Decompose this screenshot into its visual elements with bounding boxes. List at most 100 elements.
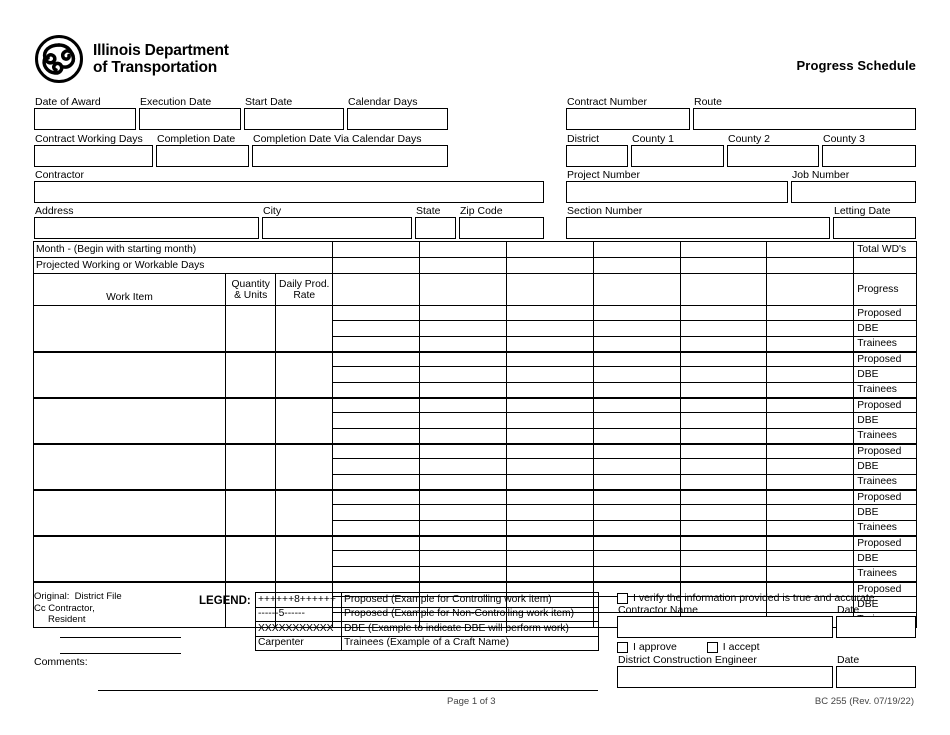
accept-checkbox[interactable]: [706, 641, 718, 653]
schedule-cell[interactable]: [332, 458, 420, 475]
schedule-cell[interactable]: [592, 350, 681, 368]
month-header-cell[interactable]: [505, 273, 594, 306]
schedule-cell[interactable]: [679, 550, 768, 567]
start-date-input[interactable]: [244, 108, 344, 130]
verify-checkbox[interactable]: [617, 592, 628, 604]
route-input[interactable]: [693, 108, 916, 130]
schedule-cell[interactable]: [766, 504, 855, 521]
quantity-units-input[interactable]: [224, 488, 277, 536]
daily-prod-rate-input[interactable]: [275, 442, 334, 490]
schedule-cell[interactable]: [592, 504, 681, 521]
schedule-cell[interactable]: [418, 350, 507, 368]
schedule-cell[interactable]: [332, 366, 420, 383]
schedule-cell[interactable]: [766, 488, 855, 506]
schedule-cell[interactable]: [679, 488, 768, 506]
calendar-days-input[interactable]: [347, 108, 448, 130]
schedule-cell[interactable]: [679, 504, 768, 521]
schedule-cell[interactable]: [418, 550, 507, 567]
schedule-cell[interactable]: [679, 519, 768, 537]
schedule-cell[interactable]: [679, 565, 768, 583]
job-number-input[interactable]: [791, 181, 916, 203]
schedule-cell[interactable]: [418, 366, 507, 383]
month-cell[interactable]: [418, 241, 507, 258]
schedule-cell[interactable]: [679, 366, 768, 383]
schedule-cell[interactable]: [418, 565, 507, 583]
schedule-cell[interactable]: [418, 320, 507, 337]
schedule-cell[interactable]: [505, 488, 594, 506]
schedule-cell[interactable]: [766, 519, 855, 537]
schedule-cell[interactable]: [766, 366, 855, 383]
working-days-cell[interactable]: [592, 257, 681, 274]
schedule-cell[interactable]: [505, 427, 594, 445]
schedule-cell[interactable]: [592, 488, 681, 506]
schedule-cell[interactable]: [766, 396, 855, 414]
schedule-cell[interactable]: [332, 550, 420, 567]
schedule-cell[interactable]: [505, 304, 594, 322]
completion-date-via-calendar-days-input[interactable]: [252, 145, 448, 167]
schedule-cell[interactable]: [505, 519, 594, 537]
schedule-cell[interactable]: [679, 381, 768, 399]
schedule-cell[interactable]: [766, 534, 855, 552]
working-days-cell[interactable]: [505, 257, 594, 274]
quantity-units-input[interactable]: [224, 396, 277, 444]
city-input[interactable]: [262, 217, 412, 239]
month-cell[interactable]: [332, 241, 420, 258]
schedule-cell[interactable]: [418, 412, 507, 429]
schedule-cell[interactable]: [418, 519, 507, 537]
schedule-cell[interactable]: [679, 534, 768, 552]
district-construction-engineer-input[interactable]: [617, 666, 833, 688]
schedule-cell[interactable]: [592, 427, 681, 445]
working-days-cell[interactable]: [332, 257, 420, 274]
working-days-cell[interactable]: [418, 257, 507, 274]
schedule-cell[interactable]: [592, 396, 681, 414]
schedule-cell[interactable]: [592, 412, 681, 429]
schedule-cell[interactable]: [332, 442, 420, 460]
daily-prod-rate-input[interactable]: [275, 488, 334, 536]
work-item-input[interactable]: [33, 350, 226, 398]
schedule-cell[interactable]: [505, 381, 594, 399]
section-number-input[interactable]: [566, 217, 830, 239]
contractor-input[interactable]: [34, 181, 544, 203]
daily-prod-rate-input[interactable]: [275, 305, 334, 352]
schedule-cell[interactable]: [505, 534, 594, 552]
schedule-cell[interactable]: [505, 335, 594, 353]
schedule-cell[interactable]: [332, 534, 420, 552]
engineer-date-input[interactable]: [836, 666, 916, 688]
month-header-cell[interactable]: [766, 273, 855, 306]
schedule-cell[interactable]: [332, 427, 420, 445]
schedule-cell[interactable]: [766, 412, 855, 429]
schedule-cell[interactable]: [505, 396, 594, 414]
schedule-cell[interactable]: [332, 519, 420, 537]
schedule-cell[interactable]: [679, 304, 768, 322]
month-header-cell[interactable]: [332, 273, 420, 306]
work-item-input[interactable]: [33, 305, 226, 352]
schedule-cell[interactable]: [592, 335, 681, 353]
schedule-cell[interactable]: [332, 412, 420, 429]
county-1-input[interactable]: [631, 145, 724, 167]
schedule-cell[interactable]: [592, 519, 681, 537]
county-3-input[interactable]: [822, 145, 916, 167]
letting-date-input[interactable]: [833, 217, 916, 239]
completion-date-input[interactable]: [156, 145, 249, 167]
schedule-cell[interactable]: [679, 473, 768, 491]
schedule-cell[interactable]: [418, 534, 507, 552]
schedule-cell[interactable]: [592, 458, 681, 475]
schedule-cell[interactable]: [418, 458, 507, 475]
schedule-cell[interactable]: [766, 458, 855, 475]
zip-code-input[interactable]: [459, 217, 544, 239]
schedule-cell[interactable]: [505, 504, 594, 521]
quantity-units-input[interactable]: [224, 442, 277, 490]
schedule-cell[interactable]: [505, 412, 594, 429]
comments-input[interactable]: [98, 690, 598, 691]
schedule-cell[interactable]: [766, 381, 855, 399]
schedule-cell[interactable]: [766, 320, 855, 337]
month-cell[interactable]: [505, 241, 594, 258]
schedule-cell[interactable]: [679, 320, 768, 337]
schedule-cell[interactable]: [505, 366, 594, 383]
project-number-input[interactable]: [566, 181, 788, 203]
contractor-name-input[interactable]: [617, 616, 833, 638]
schedule-cell[interactable]: [418, 396, 507, 414]
schedule-cell[interactable]: [332, 504, 420, 521]
schedule-cell[interactable]: [332, 320, 420, 337]
schedule-cell[interactable]: [418, 381, 507, 399]
